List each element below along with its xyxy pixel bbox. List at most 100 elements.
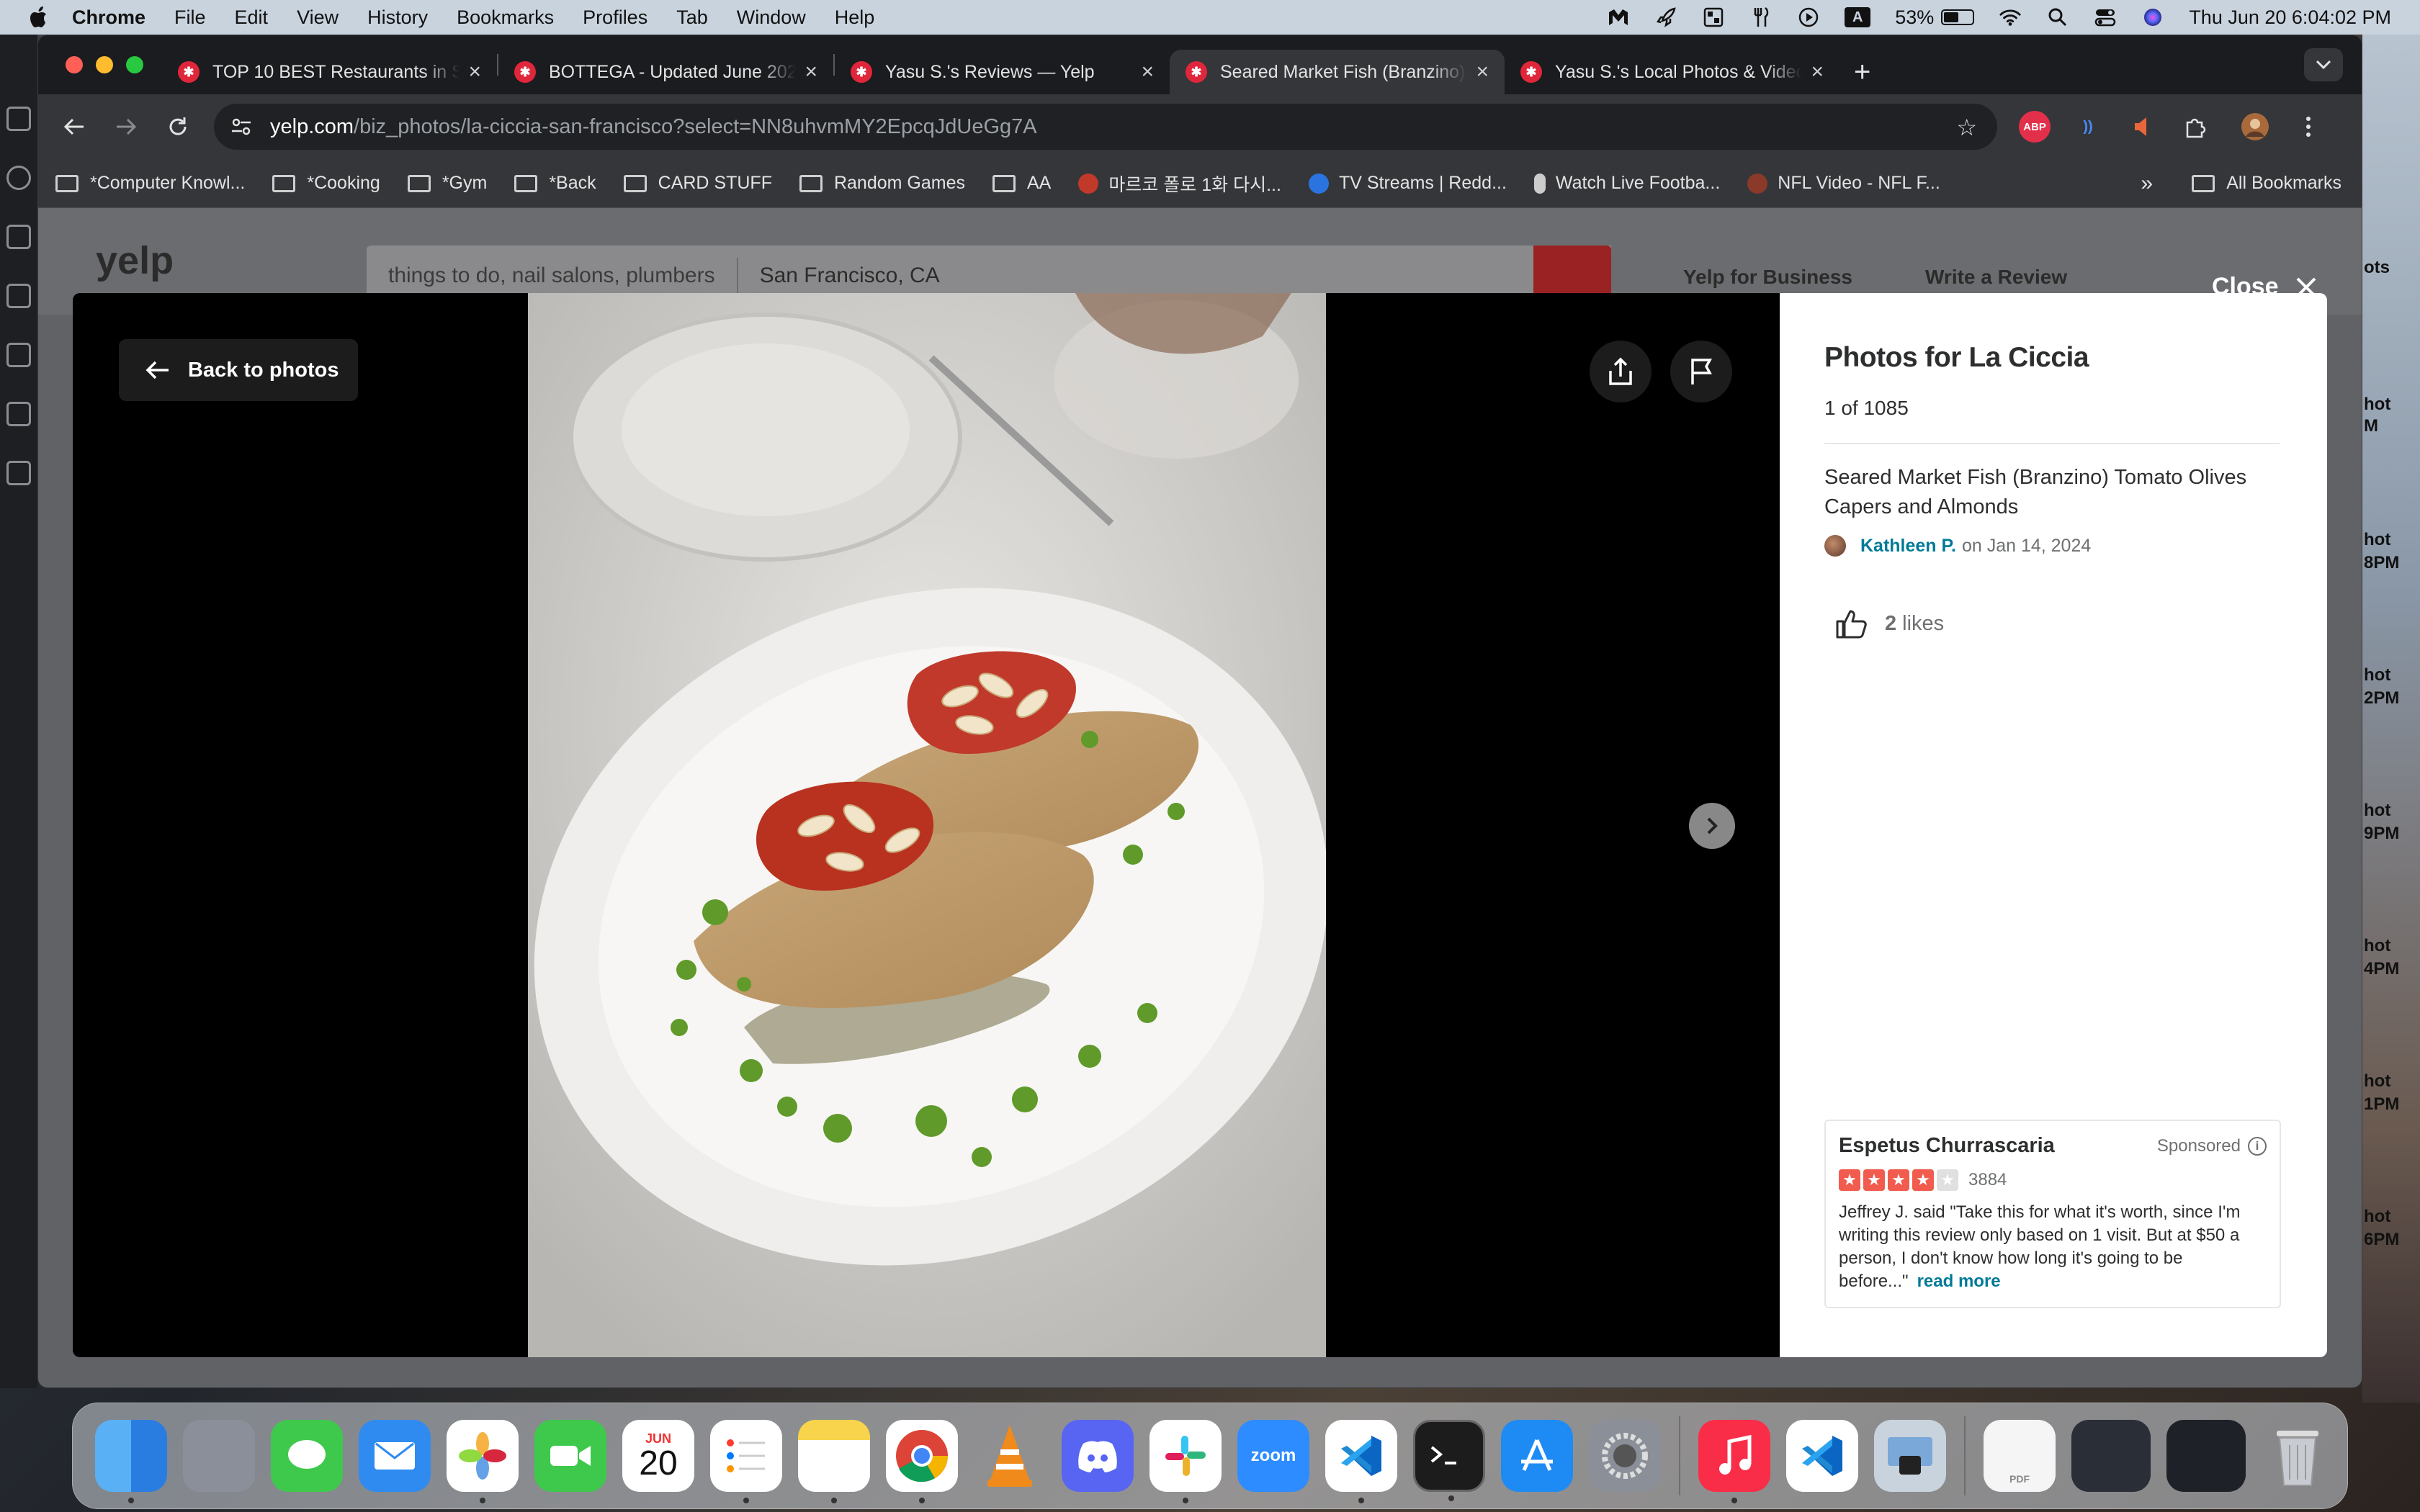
reload-button[interactable] <box>162 111 194 143</box>
chrome-icon[interactable] <box>886 1420 958 1503</box>
menu-edit[interactable]: Edit <box>235 6 269 29</box>
photos-icon[interactable] <box>447 1420 519 1503</box>
thumbs-up-icon[interactable] <box>1834 607 1869 640</box>
fork-knife-icon[interactable] <box>1749 6 1773 29</box>
malwarebytes-icon[interactable] <box>1607 6 1630 29</box>
close-tab-icon[interactable]: × <box>1811 60 1824 84</box>
adblock-plus-icon[interactable]: ABP <box>2019 111 2051 143</box>
input-source-indicator[interactable]: A <box>1845 7 1871 27</box>
bookmark-folder[interactable]: *Gym <box>407 173 487 194</box>
tab-yasu-photos[interactable]: ✱ Yasu S.'s Local Photos & Videos × <box>1505 50 1839 94</box>
all-bookmarks-button[interactable]: All Bookmarks <box>2192 173 2341 194</box>
bookmark-site[interactable]: NFL Video - NFL F... <box>1747 173 1940 194</box>
bookmark-folder[interactable]: *Cooking <box>272 173 380 194</box>
mail-icon[interactable] <box>359 1420 431 1492</box>
info-icon[interactable]: i <box>2248 1136 2267 1156</box>
bookmark-folder[interactable]: *Back <box>514 173 596 194</box>
close-window-button[interactable] <box>66 56 83 73</box>
menu-help[interactable]: Help <box>835 6 875 29</box>
next-photo-button[interactable] <box>1689 803 1735 849</box>
tab-seared-market-fish[interactable]: ✱ Seared Market Fish (Branzino) × <box>1170 50 1505 94</box>
finder-icon[interactable] <box>95 1420 167 1503</box>
report-flag-button[interactable] <box>1670 341 1732 402</box>
music-icon[interactable] <box>1698 1420 1770 1503</box>
menu-bookmarks[interactable]: Bookmarks <box>457 6 554 29</box>
facetime-icon[interactable] <box>534 1420 606 1492</box>
clock[interactable]: Thu Jun 20 6:04:02 PM <box>2189 6 2391 29</box>
menu-app-name[interactable]: Chrome <box>72 6 145 29</box>
user-avatar[interactable] <box>1824 535 1846 557</box>
back-to-photos-button[interactable]: Back to photos <box>119 339 358 401</box>
reminders-icon[interactable] <box>710 1420 782 1503</box>
extensions-puzzle-icon[interactable] <box>2179 111 2210 143</box>
forward-nav-button[interactable] <box>110 111 142 143</box>
minimize-window-button[interactable] <box>96 56 113 73</box>
close-tab-icon[interactable]: × <box>805 60 817 84</box>
launchpad-icon[interactable] <box>183 1420 255 1492</box>
author-link[interactable]: Kathleen P. <box>1860 536 1956 557</box>
pdf-document-icon[interactable]: PDF <box>1984 1420 2056 1492</box>
discord-icon[interactable] <box>1062 1420 1134 1492</box>
zoom-icon[interactable]: zoom <box>1237 1420 1309 1492</box>
vlc-icon[interactable] <box>974 1420 1046 1492</box>
new-tab-button[interactable]: + <box>1854 50 1870 94</box>
control-center-icon[interactable] <box>2094 6 2117 29</box>
address-bar[interactable]: yelp.com /biz_photos/la-ciccia-san-franc… <box>214 104 1997 150</box>
menu-file[interactable]: File <box>174 6 206 29</box>
close-tab-icon[interactable]: × <box>468 60 481 84</box>
messages-icon[interactable] <box>271 1420 343 1492</box>
share-button[interactable] <box>1590 341 1652 402</box>
menu-view[interactable]: View <box>297 6 339 29</box>
bookmarks-overflow-button[interactable]: » <box>2141 171 2153 196</box>
bookmark-site[interactable]: Watch Live Footba... <box>1533 173 1720 194</box>
bookmark-site[interactable]: TV Streams | Redd... <box>1308 173 1507 194</box>
bookmark-folder[interactable]: Random Games <box>799 173 965 194</box>
menu-tab[interactable]: Tab <box>676 6 708 29</box>
close-tab-icon[interactable]: × <box>1141 60 1154 84</box>
close-lightbox-button[interactable]: Close <box>2212 273 2318 301</box>
tab-top-10-restaurants[interactable]: ✱ TOP 10 BEST Restaurants in San Francis… <box>162 50 497 94</box>
trash-icon[interactable] <box>2262 1420 2334 1492</box>
tab-yasu-reviews[interactable]: ✱ Yasu S.'s Reviews — Yelp × <box>835 50 1170 94</box>
spotlight-search-icon[interactable] <box>2046 6 2069 29</box>
app-store-icon[interactable] <box>1501 1420 1573 1492</box>
menu-window[interactable]: Window <box>737 6 806 29</box>
sponsored-ad-card[interactable]: Espetus Churrascaria Sponsored i ★ ★ ★ ★ ★ 388… <box>1824 1120 2281 1308</box>
slack-icon[interactable] <box>1150 1420 1222 1503</box>
system-settings-icon[interactable] <box>1589 1420 1661 1492</box>
terminal-icon[interactable] <box>1413 1420 1485 1501</box>
play-circle-icon[interactable] <box>1797 6 1820 29</box>
siri-icon[interactable] <box>2141 6 2164 29</box>
notes-icon[interactable] <box>798 1420 870 1503</box>
read-more-link[interactable]: read more <box>1917 1272 2001 1291</box>
window-manager-icon[interactable] <box>1702 6 1725 29</box>
site-info-icon[interactable] <box>227 112 256 141</box>
tab-search-button[interactable] <box>2304 48 2343 81</box>
bookmark-folder[interactable]: AA <box>992 173 1051 194</box>
tab-bottega[interactable]: ✱ BOTTEGA - Updated June 2024 × <box>498 50 833 94</box>
bookmark-folder[interactable]: CARD STUFF <box>623 173 772 194</box>
bookmark-star-icon[interactable]: ☆ <box>1956 114 1977 141</box>
wifi-icon[interactable] <box>1999 6 2022 29</box>
calendar-icon[interactable]: JUN 20 <box>622 1420 694 1492</box>
like-control[interactable]: 2 likes <box>1834 607 1944 640</box>
back-nav-button[interactable] <box>58 111 90 143</box>
menu-profiles[interactable]: Profiles <box>583 6 647 29</box>
close-tab-icon[interactable]: × <box>1476 60 1489 84</box>
bookmark-folder[interactable]: *Computer Knowl... <box>55 173 245 194</box>
extension-audio-icon[interactable] <box>2125 111 2157 143</box>
zoom-window-button[interactable] <box>126 56 143 73</box>
chrome-menu-icon[interactable] <box>2293 111 2324 143</box>
rocket-icon[interactable] <box>1654 6 1677 29</box>
apple-menu-icon[interactable] <box>29 6 50 28</box>
profile-avatar[interactable] <box>2239 111 2271 143</box>
recent-screenshots-stack-icon[interactable] <box>2071 1420 2151 1492</box>
vscode-insiders-icon[interactable] <box>1786 1420 1858 1492</box>
menu-history[interactable]: History <box>367 6 428 29</box>
preview-icon[interactable] <box>1874 1420 1946 1492</box>
recent-window-stack-icon[interactable] <box>2166 1420 2246 1492</box>
ad-business-name[interactable]: Espetus Churrascaria <box>1839 1134 2055 1158</box>
battery-status[interactable]: 53% <box>1895 6 1975 29</box>
bookmark-site[interactable]: 마르코 폴로 1화 다시... <box>1078 171 1281 197</box>
vscode-icon[interactable] <box>1325 1420 1397 1503</box>
